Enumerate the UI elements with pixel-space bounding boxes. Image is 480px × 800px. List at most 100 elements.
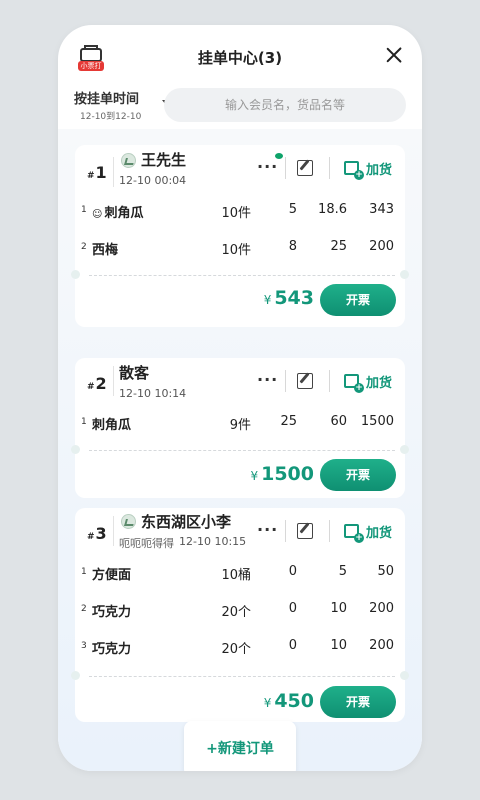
order-total: ¥1500	[250, 463, 314, 485]
avatar-icon	[121, 514, 136, 529]
item-name-text: 刺角瓜	[104, 206, 144, 221]
currency-symbol: ¥	[250, 469, 259, 483]
item-qty: 10件	[221, 206, 251, 221]
order-time: 12-10 00:04	[119, 174, 187, 187]
row-index: 3	[81, 641, 87, 651]
more-icon[interactable]: ···	[257, 370, 278, 389]
order-number-value: 3	[95, 524, 107, 543]
row-index: 1	[81, 417, 87, 427]
row-index: 1	[81, 567, 87, 577]
order-time: 12-10 10:15	[179, 535, 247, 548]
order-list: #1 王先生 12-10 00:04 ··· 加货 1 ☺刺角瓜 10件 5 1…	[58, 129, 422, 771]
ticket-notch	[400, 445, 409, 454]
order-number: #1	[87, 163, 107, 182]
item-col2: 25	[280, 414, 297, 429]
dashed-divider	[89, 450, 395, 451]
order-number-value: 2	[95, 374, 107, 393]
add-goods-icon[interactable]	[344, 161, 364, 180]
invoice-button[interactable]: 开票	[320, 459, 396, 491]
date-range: 12-10到12-10	[80, 112, 142, 122]
item-name: 巧克力	[92, 642, 132, 657]
add-goods-button[interactable]: 加货	[366, 159, 392, 178]
table-row[interactable]: 1 ☺ 刺角瓜 10件 5 18.6 343	[75, 202, 405, 221]
add-goods-button[interactable]: 加货	[366, 522, 392, 541]
table-row[interactable]: 1 方便面 10桶 0 5 50	[75, 564, 405, 583]
item-amount: 200	[369, 638, 394, 653]
divider-vertical	[113, 516, 114, 546]
item-name: 刺角瓜	[92, 418, 132, 433]
title-bar: 小票打印 挂单中心(3)	[58, 25, 422, 87]
item-price: 5	[338, 564, 347, 579]
edit-icon[interactable]	[297, 523, 313, 539]
item-price: 10	[330, 638, 347, 653]
avatar-icon	[121, 153, 136, 168]
add-goods-icon[interactable]	[344, 524, 364, 543]
new-order-button[interactable]: +新建订单	[184, 721, 296, 771]
order-note: 呃呃呃得得	[119, 537, 174, 550]
order-card-2: #2 散客 12-10 10:14 ··· 加货 1 刺角瓜 9件 25 60 …	[71, 358, 409, 498]
filter-bar: 按挂单时间 12-10到12-10 输入会员名，货品名等	[58, 87, 422, 129]
item-price: 25	[330, 239, 347, 254]
sort-dropdown[interactable]: 按挂单时间 12-10到12-10	[74, 88, 170, 122]
table-row[interactable]: 2 西梅 10件 8 25 200	[75, 239, 405, 258]
row-index: 1	[81, 205, 87, 215]
wechat-icon	[275, 153, 283, 159]
add-goods-icon[interactable]	[344, 374, 364, 393]
divider-vertical	[329, 520, 330, 542]
divider-vertical	[285, 520, 286, 542]
add-goods-button[interactable]: 加货	[366, 372, 392, 391]
item-qty: 10件	[221, 243, 251, 258]
customer-name[interactable]: 散客	[119, 362, 149, 383]
order-number: #3	[87, 524, 107, 543]
item-amount: 343	[369, 202, 394, 217]
invoice-button[interactable]: 开票	[320, 284, 396, 316]
item-qty: 9件	[229, 418, 251, 433]
page-title: 挂单中心(3)	[197, 49, 283, 67]
invoice-button[interactable]: 开票	[320, 686, 396, 718]
item-amount: 50	[377, 564, 394, 579]
order-total-value: 450	[274, 690, 314, 712]
order-card-1: #1 王先生 12-10 00:04 ··· 加货 1 ☺刺角瓜 10件 5 1…	[71, 145, 409, 327]
more-icon[interactable]: ···	[257, 520, 278, 539]
item-col2: 0	[288, 564, 297, 579]
order-number-value: 1	[95, 163, 107, 182]
divider-vertical	[329, 370, 330, 392]
customer-name[interactable]: 东西湖区小李	[141, 511, 231, 532]
edit-icon[interactable]	[297, 373, 313, 389]
row-index: 2	[81, 242, 87, 252]
close-icon[interactable]	[384, 45, 404, 65]
row-index: 2	[81, 604, 87, 614]
table-row[interactable]: 1 刺角瓜 9件 25 60 1500	[75, 414, 405, 433]
item-name: 西梅	[92, 243, 119, 258]
ticket-notch	[400, 671, 409, 680]
item-price: 60	[330, 414, 347, 429]
search-input[interactable]: 输入会员名，货品名等	[164, 88, 406, 122]
edit-icon[interactable]	[297, 160, 313, 176]
divider-vertical	[285, 157, 286, 179]
item-price: 10	[330, 601, 347, 616]
order-total: ¥543	[264, 287, 314, 309]
ticket-notch	[71, 671, 80, 680]
order-total-value: 1500	[261, 463, 314, 485]
divider-vertical	[329, 157, 330, 179]
currency-symbol: ¥	[263, 696, 272, 710]
item-col2: 5	[288, 202, 297, 217]
table-row[interactable]: 2 巧克力 20个 0 10 200	[75, 601, 405, 620]
item-name: 方便面	[92, 568, 132, 583]
more-icon[interactable]: ···	[257, 157, 278, 176]
order-number: #2	[87, 374, 107, 393]
item-name: ☺ 刺角瓜	[92, 202, 143, 221]
ticket-notch	[71, 445, 80, 454]
table-row[interactable]: 3 巧克力 20个 0 10 200	[75, 638, 405, 657]
item-qty: 10桶	[221, 568, 251, 583]
phone-screen: 小票打印 挂单中心(3) 按挂单时间 12-10到12-10 输入会员名，货品名…	[58, 25, 422, 771]
sort-label: 按挂单时间	[74, 92, 140, 107]
customer-name[interactable]: 王先生	[141, 149, 186, 170]
item-qty: 20个	[221, 605, 251, 620]
item-amount: 200	[369, 239, 394, 254]
item-col2: 0	[288, 638, 297, 653]
item-tag-icon: ☺	[92, 209, 103, 220]
dashed-divider	[89, 676, 395, 677]
item-col2: 0	[288, 601, 297, 616]
item-amount: 1500	[360, 414, 394, 429]
